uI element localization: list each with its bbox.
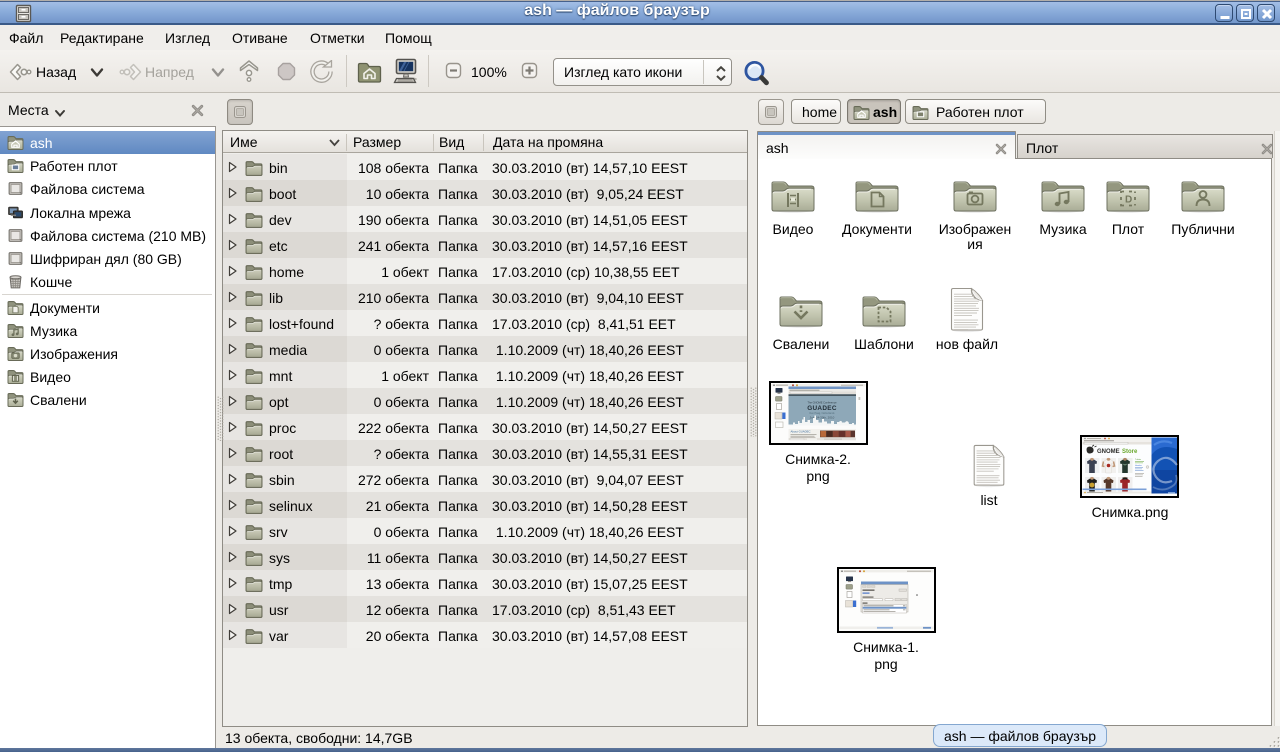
svg-text:GUADEC: GUADEC [807,405,837,412]
svg-text:T-shirts: T-shirts [1135,458,1141,461]
svg-text:The GNOME Conference: The GNOME Conference [807,401,837,405]
svg-text:Store: Store [1122,449,1138,455]
svg-text:Hoodies: Hoodies [1135,465,1142,467]
svg-text:About GUADEC: About GUADEC [791,430,811,434]
svg-text:GNOME: GNOME [1097,449,1120,455]
svg-text:D: D [1125,195,1132,206]
